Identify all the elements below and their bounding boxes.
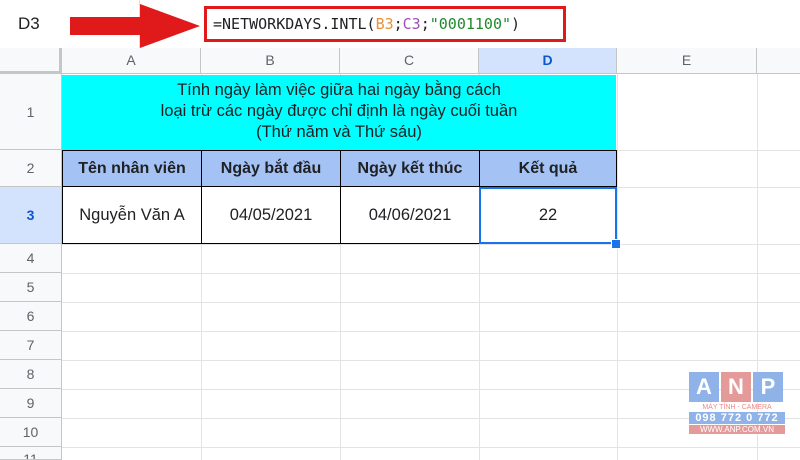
formula-bar: D3 fx =NETWORKDAYS.INTL(B3;C3;"0001100") <box>0 0 800 49</box>
header-start-date[interactable]: Ngày bắt đầu <box>201 150 341 187</box>
cell-b3[interactable]: 04/05/2021 <box>201 187 341 244</box>
cell-a3[interactable]: Nguyễn Văn A <box>62 187 202 244</box>
title-line-3: (Thứ năm và Thứ sáu) <box>256 123 422 141</box>
formula-ref-b3: B3 <box>375 15 394 33</box>
row-header-11[interactable]: 11 <box>0 447 62 460</box>
header-employee-name[interactable]: Tên nhân viên <box>62 150 202 187</box>
row-header-6[interactable]: 6 <box>0 302 62 331</box>
row-header-4[interactable]: 4 <box>0 244 62 273</box>
logo-subtitle: MÁY TÍNH - CAMERA <box>702 404 772 411</box>
cell-c3[interactable]: 04/06/2021 <box>340 187 480 244</box>
formula-weekend-string: "0001100" <box>429 15 512 33</box>
logo-letter-p: P <box>753 372 783 402</box>
fill-handle[interactable] <box>611 239 621 249</box>
column-header-c[interactable]: C <box>340 48 479 74</box>
select-all-corner[interactable] <box>0 48 62 74</box>
row-header-9[interactable]: 9 <box>0 389 62 418</box>
formula-suffix: ) <box>511 15 521 33</box>
anp-logo: A N P MÁY TÍNH - CAMERA 098 772 0 772 WW… <box>689 372 785 434</box>
formula-input[interactable]: =NETWORKDAYS.INTL(B3;C3;"0001100") <box>204 6 566 42</box>
title-cell[interactable]: Tính ngày làm việc giữa hai ngày bằng cá… <box>62 75 616 150</box>
logo-phone: 098 772 0 772 <box>689 412 785 424</box>
formula-sep-1: ; <box>393 15 403 33</box>
column-header-b[interactable]: B <box>201 48 340 74</box>
header-end-date[interactable]: Ngày kết thúc <box>340 150 480 187</box>
logo-letter-a: A <box>689 372 719 402</box>
row-header-5[interactable]: 5 <box>0 273 62 302</box>
column-header-f[interactable] <box>757 48 800 74</box>
row-header-1[interactable]: 1 <box>0 74 62 150</box>
column-header-e[interactable]: E <box>617 48 757 74</box>
column-header-a[interactable]: A <box>62 48 201 74</box>
logo-website: WWW.ANP.COM.VN <box>689 425 785 434</box>
cell-d3-active[interactable]: 22 <box>479 187 617 244</box>
formula-ref-c3: C3 <box>402 15 421 33</box>
formula-sep-2: ; <box>420 15 430 33</box>
column-header-d[interactable]: D <box>479 48 617 74</box>
logo-letter-n: N <box>721 372 751 402</box>
formula-prefix: =NETWORKDAYS.INTL( <box>213 15 376 33</box>
row-header-3[interactable]: 3 <box>0 187 62 244</box>
title-line-2: loại trừ các ngày được chỉ định là ngày … <box>160 102 518 120</box>
red-arrow-icon <box>70 4 200 48</box>
row-header-2[interactable]: 2 <box>0 150 62 187</box>
row-header-8[interactable]: 8 <box>0 360 62 389</box>
row-header-10[interactable]: 10 <box>0 418 62 447</box>
header-result[interactable]: Kết quả <box>479 150 617 187</box>
title-line-1: Tính ngày làm việc giữa hai ngày bằng cá… <box>177 81 501 99</box>
row-header-7[interactable]: 7 <box>0 331 62 360</box>
